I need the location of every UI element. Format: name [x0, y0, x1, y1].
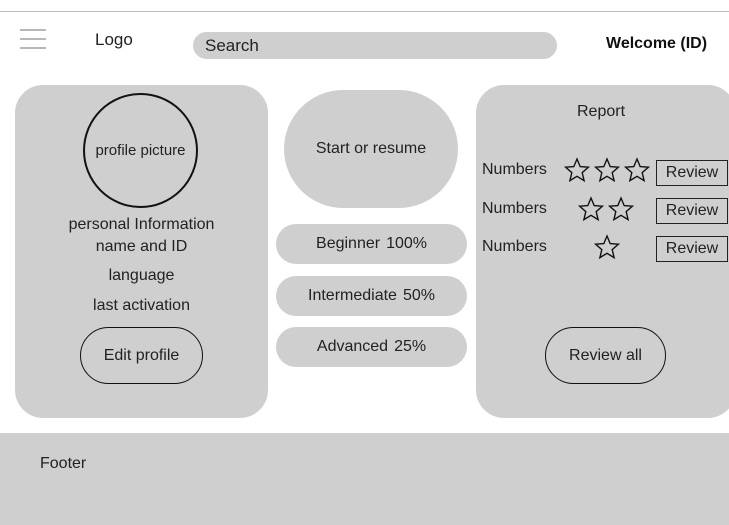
review-button-label: Review [665, 202, 719, 219]
level-name: Intermediate [308, 287, 397, 304]
review-button-label: Review [665, 164, 719, 181]
report-row: Numbers Review [482, 196, 729, 224]
personal-information-label: personal Information [68, 216, 215, 233]
report-row-label: Numbers [482, 161, 547, 178]
welcome-text: Welcome (ID) [606, 35, 708, 52]
menu-line [20, 47, 46, 49]
report-title: Report [576, 103, 626, 120]
review-button-label: Review [665, 240, 719, 257]
star-icon [594, 234, 620, 260]
menu-line [20, 29, 46, 31]
review-button[interactable]: Review [656, 160, 728, 186]
star-rating [594, 234, 624, 260]
star-icon [578, 196, 604, 222]
review-button[interactable]: Review [656, 198, 728, 224]
search-input[interactable]: Search [193, 32, 557, 59]
report-row-label: Numbers [482, 200, 547, 217]
last-activation-label: last activation [93, 297, 190, 314]
profile-picture[interactable]: profile picture [83, 93, 198, 208]
report-row: Numbers Review [482, 234, 729, 262]
name-and-id-label: name and ID [95, 238, 188, 255]
star-rating [564, 157, 654, 183]
profile-picture-label: profile picture [95, 142, 186, 159]
star-icon [608, 196, 634, 222]
level-beginner-button[interactable]: Beginner 100% [276, 224, 467, 264]
hamburger-menu-icon[interactable] [20, 29, 46, 49]
edit-profile-button[interactable]: Edit profile [80, 327, 203, 384]
footer-label: Footer [40, 455, 87, 472]
menu-line [20, 38, 46, 40]
level-intermediate-button[interactable]: Intermediate 50% [276, 276, 467, 316]
level-progress: 25% [394, 338, 427, 355]
start-or-resume-label: Start or resume [315, 140, 427, 157]
level-name: Beginner [316, 235, 381, 252]
review-all-button[interactable]: Review all [545, 327, 666, 384]
level-progress: 50% [402, 287, 435, 304]
level-progress: 100% [386, 235, 427, 252]
report-row-label: Numbers [482, 238, 547, 255]
star-icon [564, 157, 590, 183]
language-label: language [108, 267, 175, 284]
star-icon [594, 157, 620, 183]
star-icon [624, 157, 650, 183]
star-rating [578, 196, 638, 222]
logo[interactable]: Logo [95, 30, 133, 50]
report-row: Numbers Review [482, 157, 729, 186]
level-name: Advanced [316, 338, 389, 355]
edit-profile-label: Edit profile [103, 346, 180, 364]
review-button[interactable]: Review [656, 236, 728, 262]
review-all-label: Review all [569, 346, 642, 364]
app-page: Logo Search Welcome (ID) profile picture… [0, 0, 729, 525]
footer [0, 433, 729, 525]
start-or-resume-button[interactable]: Start or resume [284, 90, 458, 208]
level-advanced-button[interactable]: Advanced 25% [276, 327, 467, 367]
top-divider [0, 11, 729, 12]
